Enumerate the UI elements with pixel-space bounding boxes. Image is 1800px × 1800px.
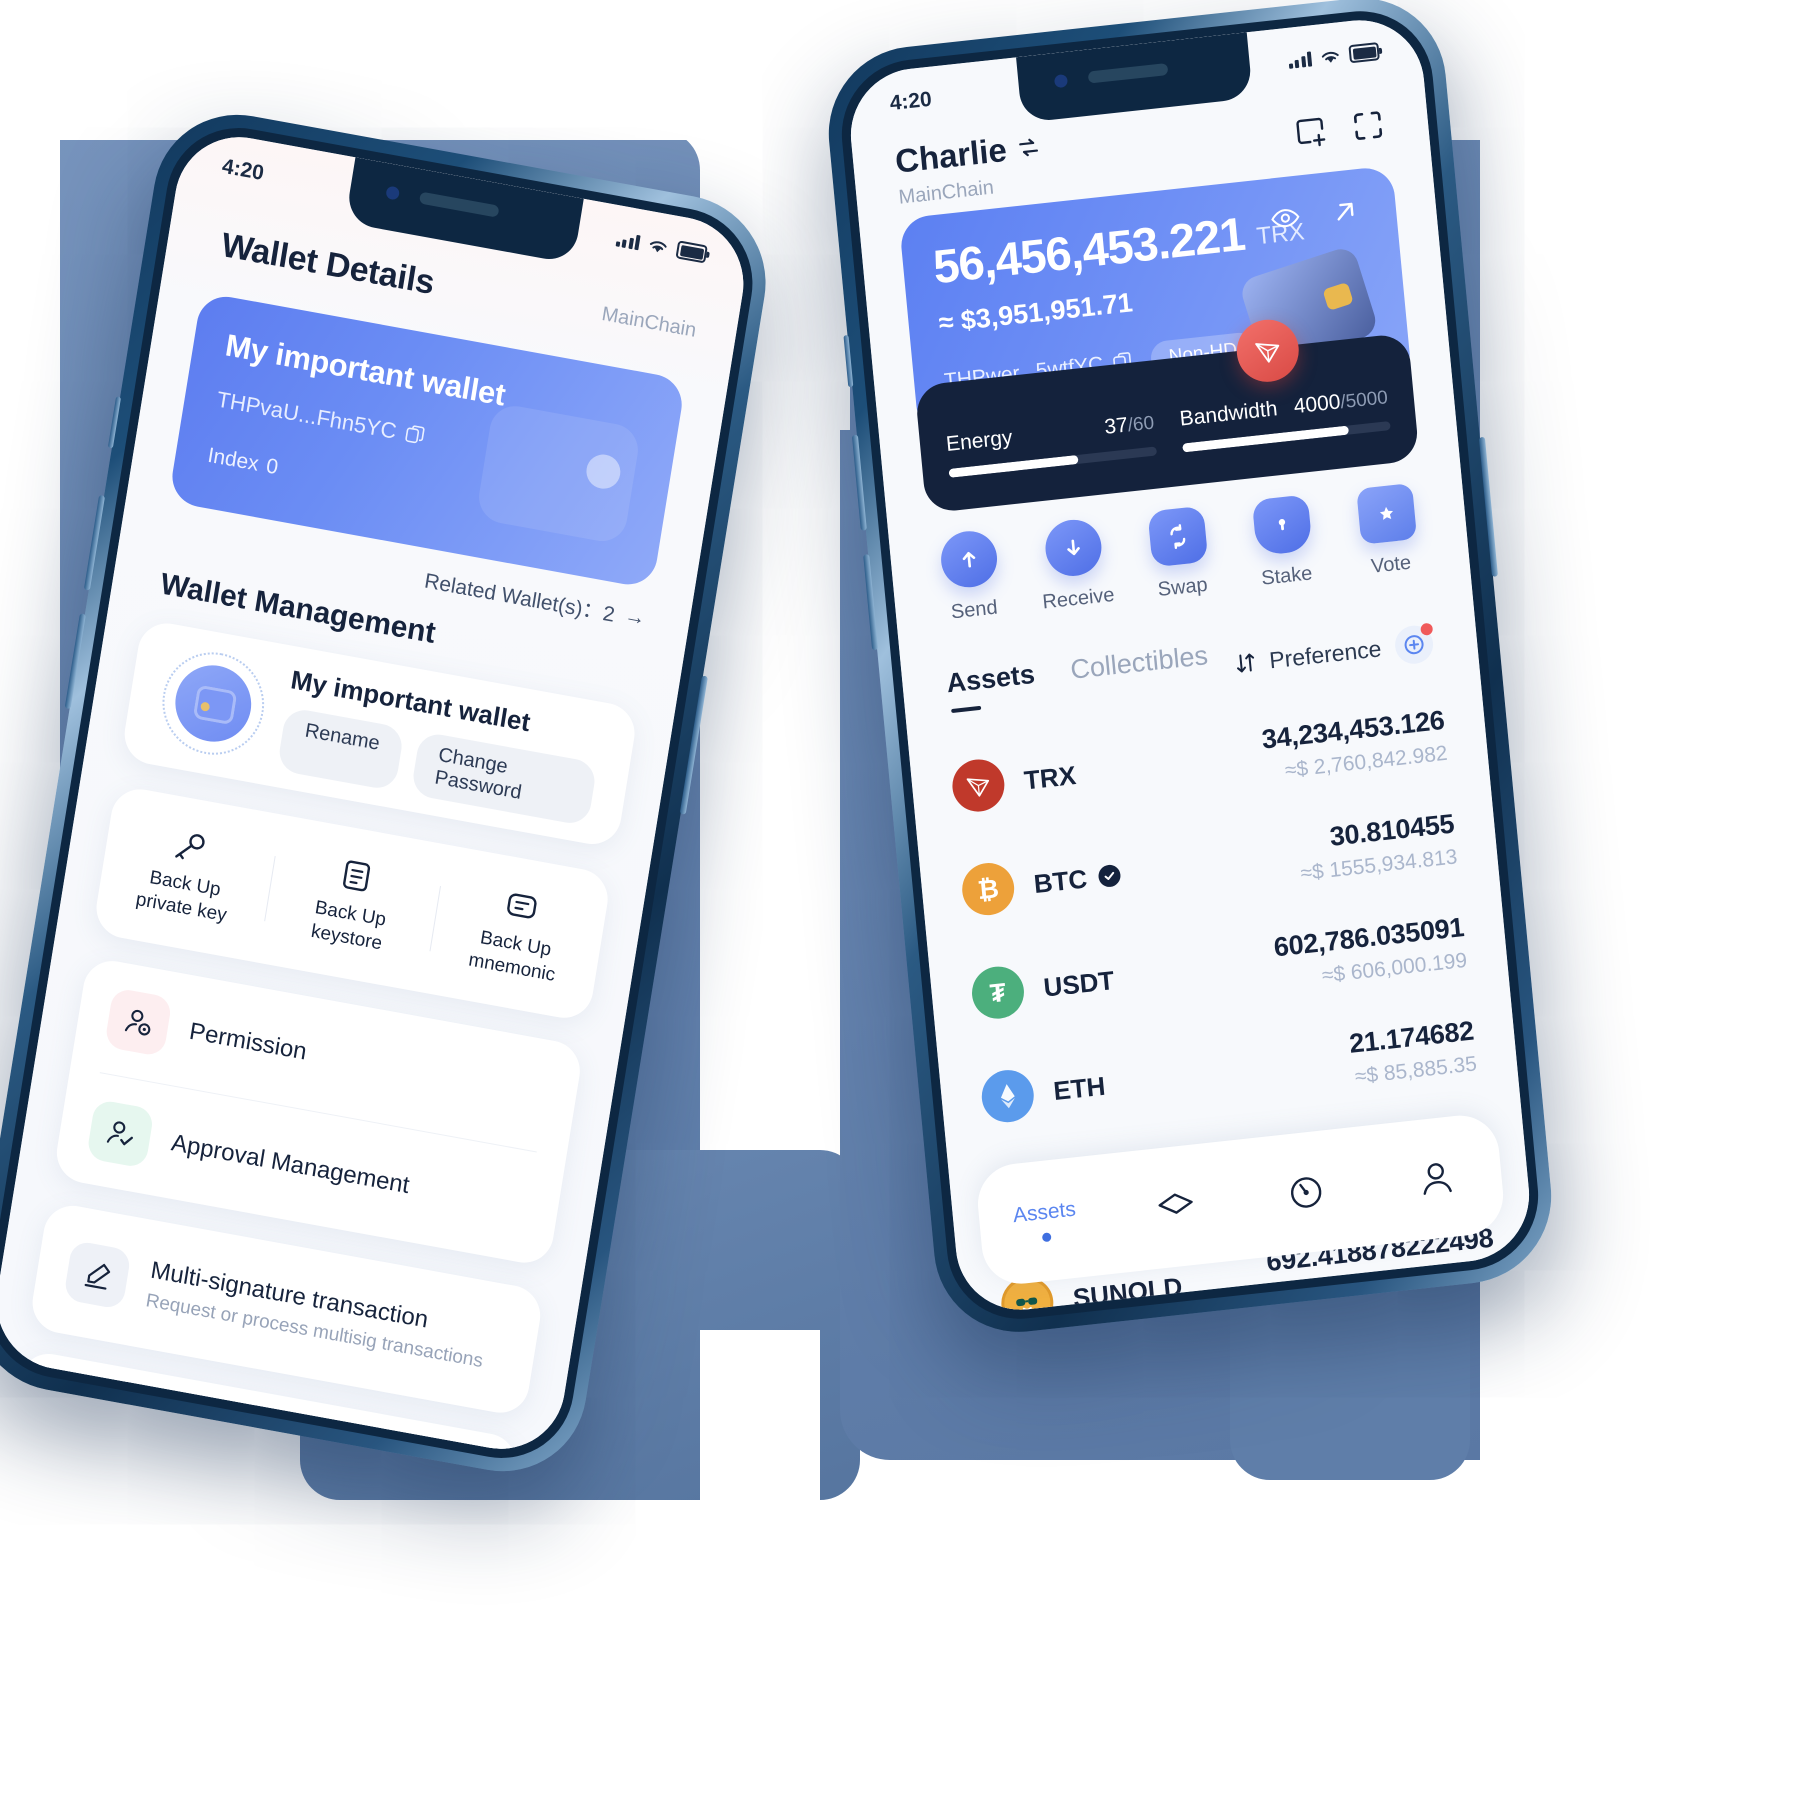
asset-symbol: USDT	[1042, 964, 1116, 1003]
battery-icon-right	[1348, 42, 1380, 64]
assets-dot-icon	[1041, 1231, 1052, 1242]
shield-lock-icon	[1251, 494, 1313, 557]
action-swap-label: Swap	[1156, 573, 1209, 602]
discover-icon	[1239, 1165, 1373, 1221]
nav-layers[interactable]	[1108, 1180, 1242, 1234]
earpiece-speaker-right	[1087, 62, 1169, 84]
earpiece-speaker	[418, 191, 500, 218]
account-name: Charlie	[893, 130, 1009, 180]
profile-icon	[1369, 1150, 1503, 1206]
asset-symbol: BTC	[1032, 862, 1089, 899]
asset-symbol: ETH	[1052, 1070, 1107, 1106]
front-camera-icon-right	[1053, 73, 1069, 89]
permission-label: Permission	[187, 1017, 309, 1066]
add-wallet-icon[interactable]	[1291, 112, 1330, 152]
tether-coin-icon: ₮	[969, 963, 1027, 1022]
bandwidth-max: /5000	[1339, 386, 1389, 413]
asset-tabs: Assets Collectibles	[945, 640, 1209, 699]
verified-badge-icon	[1097, 863, 1122, 889]
wallet-address: THPvaU...Fhn5YC	[215, 386, 399, 444]
asset-usd: ≈$ 85,885.35	[1353, 1051, 1478, 1088]
wallet-avatar-ring	[154, 644, 272, 764]
bandwidth-value: 4000	[1292, 389, 1342, 418]
page-title: Wallet Details	[218, 225, 438, 302]
cellular-signal-icon	[615, 231, 641, 250]
approval-label: Approval Management	[169, 1129, 412, 1200]
nav-assets-label: Assets	[1011, 1197, 1077, 1227]
scene: 4:20 chevron-left-icon Wallet Details Ma…	[0, 0, 1800, 1800]
resource-bandwidth: Bandwidth 4000/5000	[1177, 369, 1391, 453]
balance-amount: 56,456,453.221	[930, 206, 1247, 294]
status-time-right: 4:20	[888, 87, 933, 116]
notification-badge	[1420, 622, 1434, 636]
phone-right: 4:20 Charlie MainChain 56,456,453.221 TR…	[821, 0, 1559, 1341]
backup-keystore-button[interactable]: Back Up keystore	[262, 842, 442, 964]
battery-icon	[675, 240, 708, 264]
action-swap[interactable]: Swap	[1123, 503, 1236, 605]
action-stake-label: Stake	[1260, 562, 1314, 590]
bg-mask-mid	[700, 1330, 820, 1530]
dapp-label: DApp Connection	[123, 1415, 313, 1460]
backup-mnemonic-button[interactable]: Back Up mnemonic	[427, 872, 607, 994]
energy-value: 37	[1103, 412, 1129, 439]
arrow-down-icon	[1043, 516, 1105, 579]
nav-assets[interactable]: Assets	[978, 1193, 1112, 1248]
tron-coin-icon	[950, 756, 1007, 815]
energy-label: Energy	[945, 425, 1014, 456]
swap-icon	[1147, 505, 1209, 568]
nav-profile[interactable]	[1369, 1150, 1503, 1206]
ethereum-coin-icon	[979, 1067, 1037, 1125]
action-send[interactable]: Send	[915, 526, 1028, 628]
action-vote[interactable]: Vote	[1332, 480, 1445, 582]
resource-energy: Energy 37/60	[944, 394, 1158, 478]
wallet-avatar-icon	[169, 659, 257, 748]
arrow-right-icon: →	[622, 603, 648, 631]
sort-arrows-icon	[1234, 650, 1256, 676]
nav-discover[interactable]	[1239, 1165, 1373, 1221]
action-stake[interactable]: Stake	[1227, 492, 1340, 594]
action-receive-label: Receive	[1041, 583, 1116, 614]
front-camera-icon	[385, 185, 401, 201]
index-value: 0	[264, 454, 280, 480]
wifi-icon	[649, 240, 667, 252]
pencil-icon	[63, 1239, 132, 1310]
arrow-up-right-icon[interactable]	[1331, 197, 1359, 226]
status-time: 4:20	[220, 154, 266, 185]
copy-icon	[405, 425, 425, 444]
arrow-up-icon	[938, 528, 1000, 591]
energy-max: /60	[1126, 412, 1156, 436]
index-label: Index	[206, 443, 261, 476]
asset-symbol: SUNOLD	[1071, 1270, 1184, 1313]
switch-arrows-icon	[1019, 138, 1038, 157]
scan-icon[interactable]	[1348, 106, 1387, 146]
action-vote-label: Vote	[1370, 551, 1412, 578]
tab-assets[interactable]: Assets	[945, 659, 1036, 699]
asset-symbol: TRX	[1022, 759, 1078, 796]
action-receive[interactable]: Receive	[1019, 514, 1132, 616]
permission-user-icon	[104, 987, 173, 1058]
chain-label: MainChain	[600, 302, 698, 342]
cellular-signal-icon-right	[1287, 50, 1313, 69]
rename-button[interactable]: Rename	[276, 706, 405, 791]
bandwidth-label: Bandwidth	[1178, 396, 1279, 431]
preference-control[interactable]: Preference	[1234, 622, 1435, 683]
ticket-star-icon	[1355, 483, 1417, 545]
layers-icon	[1108, 1180, 1242, 1234]
wifi-icon-right	[1321, 51, 1339, 63]
asset-amount: 21.174682	[1347, 1015, 1476, 1059]
action-send-label: Send	[949, 596, 999, 624]
approval-user-check-icon	[85, 1098, 155, 1169]
add-token-icon[interactable]	[1393, 622, 1435, 666]
bg-mask-right	[1480, 0, 1800, 1800]
bitcoin-coin-icon: ₿	[959, 860, 1017, 918]
eye-icon[interactable]	[1269, 206, 1301, 231]
preference-label: Preference	[1268, 634, 1383, 673]
backup-private-key-button[interactable]: Back Up private key	[97, 812, 277, 934]
tab-collectibles[interactable]: Collectibles	[1069, 640, 1209, 686]
